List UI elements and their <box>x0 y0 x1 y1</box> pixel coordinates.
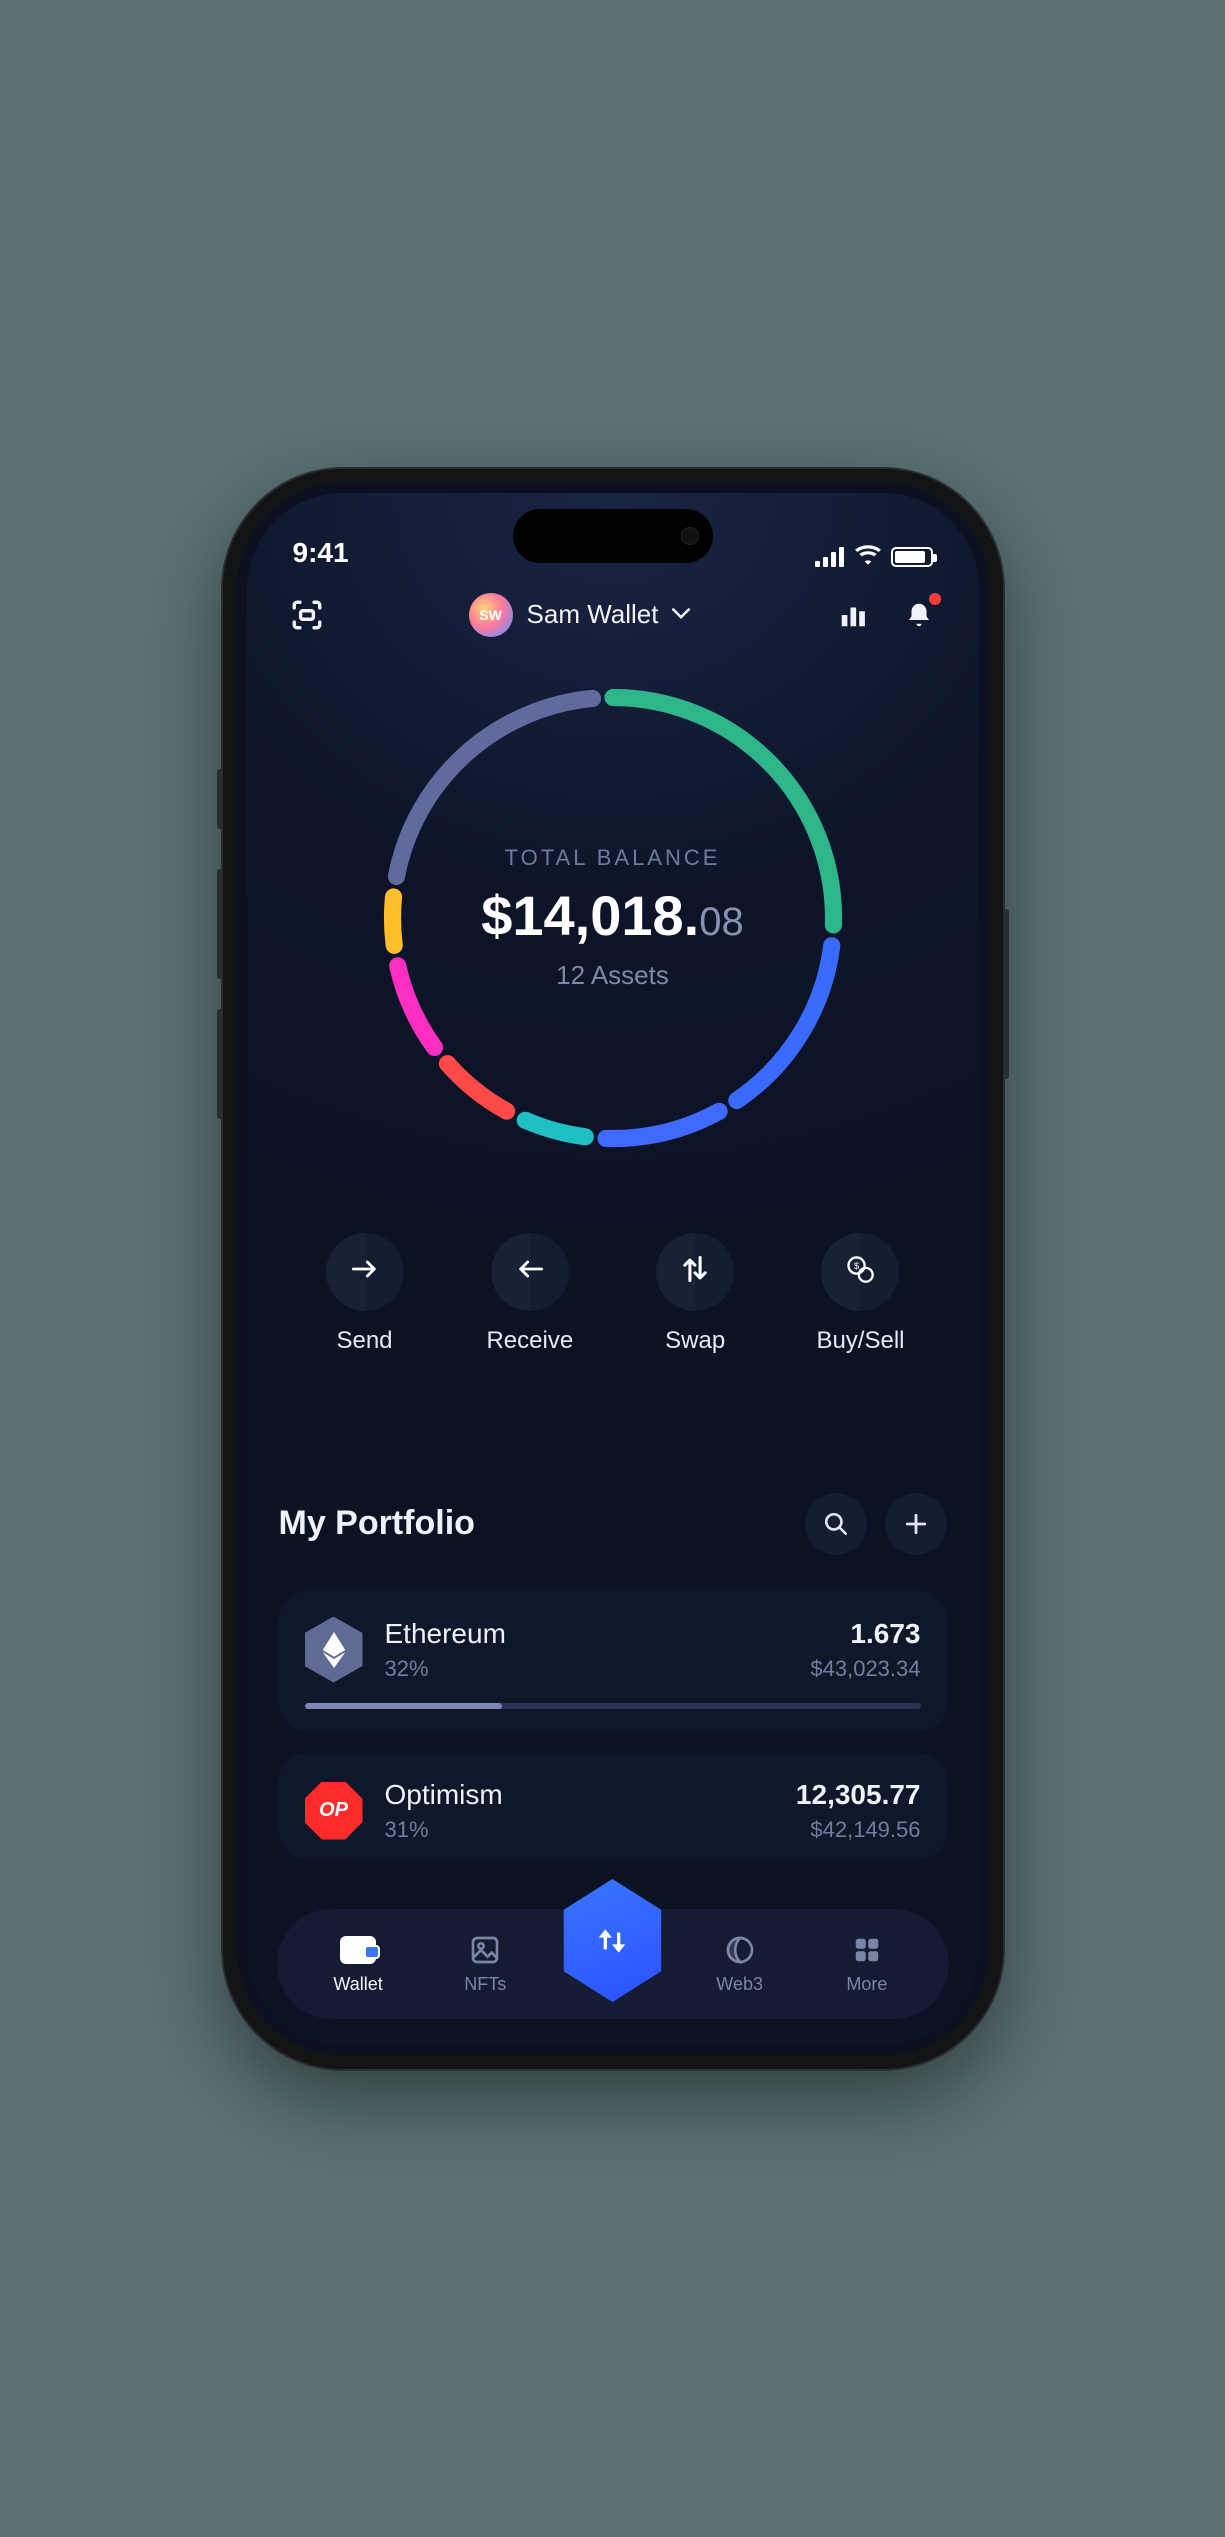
asset-row: Ethereum 32% 1.673 $43,023.34 <box>305 1617 921 1683</box>
portfolio-title: My Portfolio <box>279 1504 475 1543</box>
nav-wallet-label: Wallet <box>333 1974 382 1995</box>
status-time: 9:41 <box>293 537 349 569</box>
assets-count: 12 Assets <box>556 960 669 991</box>
stats-button[interactable] <box>833 595 873 635</box>
asset-card-optimism[interactable]: OP Optimism 31% 12,305.77 $42,149.56 <box>279 1753 947 1859</box>
total-balance-value: $14,018.08 <box>481 883 743 948</box>
action-row: Send Receive Swap $ Buy/Sell <box>247 1233 979 1355</box>
wifi-icon <box>855 545 881 569</box>
svg-text:$: $ <box>854 1261 859 1271</box>
screen-wrap: 9:41 <box>237 483 989 2055</box>
search-button[interactable] <box>805 1493 867 1555</box>
avatar: SW <box>469 593 513 637</box>
asset-pct: 32% <box>385 1656 789 1682</box>
asset-row: OP Optimism 31% 12,305.77 $42,149.56 <box>305 1779 921 1843</box>
portfolio-header: My Portfolio <box>279 1493 947 1555</box>
swap-button[interactable]: Swap <box>625 1233 765 1355</box>
exchange-icon <box>592 1919 632 1963</box>
plus-icon <box>903 1511 929 1537</box>
battery-icon <box>891 547 933 567</box>
send-icon <box>351 1259 379 1284</box>
asset-amount: 1.673 <box>810 1618 920 1650</box>
fab-exchange-button[interactable] <box>554 1877 670 2005</box>
asset-progress <box>305 1703 921 1709</box>
nav-web3[interactable]: Web3 <box>690 1932 790 1995</box>
side-button <box>217 869 223 979</box>
asset-fiat: $43,023.34 <box>810 1656 920 1682</box>
notifications-button[interactable] <box>899 595 939 635</box>
asset-amount: 12,305.77 <box>796 1779 921 1811</box>
screen: 9:41 <box>247 493 979 2045</box>
status-icons <box>815 545 933 569</box>
add-button[interactable] <box>885 1493 947 1555</box>
side-button <box>1003 909 1009 1079</box>
side-button <box>217 1009 223 1119</box>
nav-wallet[interactable]: Wallet <box>308 1932 408 1995</box>
nav-more-label: More <box>846 1974 887 1995</box>
top-toolbar: SW Sam Wallet <box>247 593 979 637</box>
asset-card-ethereum[interactable]: Ethereum 32% 1.673 $43,023.34 <box>279 1591 947 1731</box>
image-icon <box>469 1932 501 1968</box>
globe-icon <box>724 1932 756 1968</box>
balance-cents: 08 <box>699 900 744 945</box>
ethereum-icon <box>305 1617 363 1683</box>
nav-web3-label: Web3 <box>716 1974 763 1995</box>
bottom-nav: Wallet NFTs Web3 <box>277 1909 949 2019</box>
balance-donut[interactable]: TOTAL BALANCE $14,018.08 12 Assets <box>368 673 858 1163</box>
receive-icon <box>516 1259 544 1284</box>
swap-label: Swap <box>665 1327 725 1355</box>
wallet-name: Sam Wallet <box>527 599 659 630</box>
nav-nfts[interactable]: NFTs <box>435 1932 535 1995</box>
phone-frame: 9:41 <box>223 469 1003 2069</box>
asset-fiat: $42,149.56 <box>796 1817 921 1843</box>
buysell-label: Buy/Sell <box>816 1327 904 1355</box>
topbar-right <box>833 595 939 635</box>
total-balance-label: TOTAL BALANCE <box>505 845 721 871</box>
buysell-icon: $ <box>845 1254 875 1289</box>
search-icon <box>823 1511 849 1537</box>
balance-donut-area: TOTAL BALANCE $14,018.08 12 Assets <box>247 673 979 1163</box>
receive-label: Receive <box>486 1327 573 1355</box>
asset-name: Optimism <box>385 1779 774 1811</box>
chevron-down-icon <box>672 603 690 626</box>
nav-nfts-label: NFTs <box>464 1974 506 1995</box>
balance-main: $14,018. <box>481 883 699 948</box>
wallet-selector[interactable]: SW Sam Wallet <box>469 593 691 637</box>
wallet-icon <box>340 1932 376 1968</box>
portfolio-section: My Portfolio <box>247 1493 979 1881</box>
scan-button[interactable] <box>287 595 327 635</box>
receive-button[interactable]: Receive <box>460 1233 600 1355</box>
asset-pct: 31% <box>385 1817 774 1843</box>
send-label: Send <box>336 1327 392 1355</box>
notification-badge <box>929 593 941 605</box>
nav-more[interactable]: More <box>817 1932 917 1995</box>
buysell-button[interactable]: $ Buy/Sell <box>790 1233 930 1355</box>
send-button[interactable]: Send <box>295 1233 435 1355</box>
grid-icon <box>852 1932 882 1968</box>
dynamic-island <box>513 509 713 563</box>
donut-center: TOTAL BALANCE $14,018.08 12 Assets <box>368 673 858 1163</box>
fab-wrap <box>562 1909 662 2019</box>
signal-icon <box>815 547 845 567</box>
swap-icon <box>682 1255 708 1288</box>
portfolio-actions <box>805 1493 947 1555</box>
stage: 9:41 <box>0 0 1225 2537</box>
optimism-icon: OP <box>305 1782 363 1840</box>
side-button <box>217 769 223 829</box>
asset-name: Ethereum <box>385 1618 789 1650</box>
